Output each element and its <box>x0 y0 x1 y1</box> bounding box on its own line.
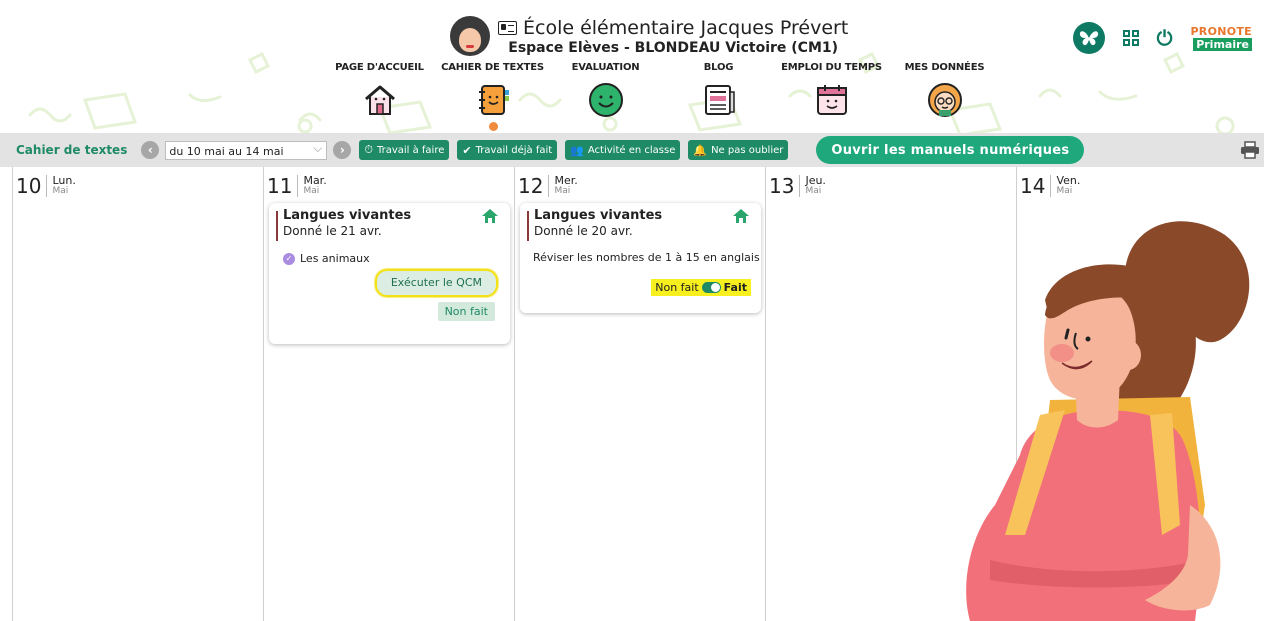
nav-label: CAHIER DE TEXTES <box>441 62 544 73</box>
filter-activite-en-classe[interactable]: 👥 Activité en classe <box>565 140 681 160</box>
previous-week-button[interactable]: ‹ <box>141 141 160 159</box>
day-name: Ven. <box>1056 174 1081 187</box>
nav-item-evaluation[interactable]: EVALUATION <box>549 62 662 122</box>
done-toggle[interactable]: Non fait Fait <box>651 279 751 296</box>
brand-top: PRONOTE <box>1190 24 1252 38</box>
day-number: 11 <box>267 175 299 197</box>
house-icon <box>364 85 395 115</box>
nav-item-accueil[interactable]: PAGE D'ACCUEIL <box>323 62 436 122</box>
pronote-logo: PRONOTE Primaire <box>1190 26 1252 51</box>
header-actions: ⏻ PRONOTE Primaire <box>1072 22 1252 54</box>
nav-label: PAGE D'ACCUEIL <box>335 62 424 73</box>
nav-item-emploi[interactable]: EMPLOI DU TEMPS <box>775 62 888 122</box>
quiz-icon: ✓ <box>283 252 295 265</box>
day-header: 10 Lun. Mai <box>16 175 76 197</box>
newspaper-icon <box>704 85 735 115</box>
day-column-monday: 10 Lun. Mai <box>12 167 264 621</box>
check-icon: ✔ <box>462 143 472 157</box>
toggle-off-label: Non fait <box>655 281 699 294</box>
homework-card[interactable]: Langues vivantes Donné le 21 avr. ✓ Les … <box>269 203 510 344</box>
power-icon[interactable]: ⏻ <box>1157 28 1173 48</box>
toolbar-title: Cahier de textes <box>16 143 128 157</box>
butterfly-icon[interactable] <box>1072 22 1105 54</box>
active-nav-indicator <box>488 122 498 131</box>
card-given-date: Donné le 21 avr. <box>283 224 382 238</box>
toggle-on-label: Fait <box>723 281 747 294</box>
filter-label: Activité en classe <box>587 144 676 156</box>
day-month: Mai <box>52 186 69 196</box>
day-header: 11 Mar. Mai <box>267 175 327 197</box>
day-month: Mai <box>1056 186 1073 196</box>
clock-icon: ⏱ <box>364 143 373 156</box>
nav-label: BLOG <box>703 62 734 73</box>
day-header: 12 Mer. Mai <box>518 175 578 197</box>
bell-icon: 🔔 <box>693 143 708 157</box>
main-nav: PAGE D'ACCUEIL CAHIER DE TEXTES EVALUATI… <box>323 62 1001 131</box>
next-week-button[interactable]: › <box>333 141 352 159</box>
student-avatar[interactable] <box>450 16 490 56</box>
execute-qcm-button[interactable]: Exécuter le QCM <box>374 269 498 297</box>
card-given-date: Donné le 20 avr. <box>534 224 633 238</box>
nav-label: MES DONNÉES <box>904 62 985 73</box>
nav-item-donnees[interactable]: MES DONNÉES <box>888 62 1001 122</box>
id-card-icon <box>498 20 517 35</box>
notebook-icon <box>478 85 509 115</box>
day-header: 13 Jeu. Mai <box>769 175 826 197</box>
day-name: Mer. <box>554 174 578 187</box>
filter-label: Ne pas oublier <box>711 144 784 156</box>
nav-label: EVALUATION <box>571 62 640 73</box>
topic-label: Les animaux <box>300 252 370 265</box>
day-month: Mai <box>303 186 320 196</box>
card-subject: Langues vivantes <box>283 208 412 223</box>
filter-label: Travail déjà fait <box>475 144 553 156</box>
subject-color-bar <box>527 211 529 241</box>
brand-bottom: Primaire <box>1193 37 1252 51</box>
day-number: 10 <box>16 175 48 197</box>
nav-item-cahier[interactable]: CAHIER DE TEXTES <box>436 62 549 131</box>
day-number: 12 <box>518 175 550 197</box>
school-identity: École élémentaire Jacques Prévert Espace… <box>450 14 848 58</box>
day-name: Mar. <box>303 174 327 187</box>
day-column-tuesday: 11 Mar. Mai Langues vivantes Donné le 21 … <box>263 167 515 621</box>
day-number: 14 <box>1020 175 1052 197</box>
day-month: Mai <box>554 186 571 196</box>
filter-travail-deja-fait[interactable]: ✔ Travail déjà fait <box>457 140 558 160</box>
filter-ne-pas-oublier[interactable]: 🔔 Ne pas oublier <box>688 140 789 160</box>
home-work-icon <box>733 209 749 223</box>
toggle-switch[interactable] <box>701 282 721 293</box>
student-name: Espace Elèves - BLONDEAU Victoire (CM1) <box>508 39 839 56</box>
filter-label: Travail à faire <box>376 144 445 156</box>
open-manuals-button[interactable]: Ouvrir les manuels numériques <box>816 136 1085 164</box>
homework-card[interactable]: Langues vivantes Donné le 20 avr. Révise… <box>520 203 761 313</box>
date-range-select[interactable]: du 10 mai au 14 mai <box>165 139 328 160</box>
day-number: 13 <box>769 175 801 197</box>
status-badge: Non fait <box>437 302 495 321</box>
smiley-icon <box>588 83 623 117</box>
calendar-icon <box>816 85 847 115</box>
home-work-icon <box>482 209 498 223</box>
card-subject: Langues vivantes <box>534 208 663 223</box>
student-icon <box>927 83 962 117</box>
printer-icon[interactable] <box>1240 141 1260 159</box>
card-topic: ✓ Les animaux <box>283 252 370 265</box>
nav-item-blog[interactable]: BLOG <box>662 62 775 122</box>
date-range-value: du 10 mai au 14 mai <box>169 144 284 158</box>
filter-travail-a-faire[interactable]: ⏱ Travail à faire <box>359 140 450 160</box>
student-illustration <box>966 221 1250 621</box>
day-column-wednesday: 12 Mer. Mai Langues vivantes Donné le 20 … <box>514 167 766 621</box>
people-icon: 👥 <box>570 143 584 157</box>
school-name: École élémentaire Jacques Prévert <box>523 16 849 39</box>
card-instruction: Réviser les nombres de 1 à 15 en anglais <box>533 251 760 264</box>
qr-code-icon[interactable] <box>1122 30 1139 46</box>
day-name: Lun. <box>52 174 76 187</box>
day-header: 14 Ven. Mai <box>1020 175 1080 197</box>
subject-color-bar <box>276 211 278 241</box>
day-month: Mai <box>805 186 822 196</box>
nav-label: EMPLOI DU TEMPS <box>781 62 882 73</box>
day-name: Jeu. <box>805 174 826 187</box>
app-header: École élémentaire Jacques Prévert Espace… <box>0 0 1264 133</box>
cahier-toolbar: Cahier de textes ‹ du 10 mai au 14 mai ›… <box>0 133 1264 167</box>
school-name-row: École élémentaire Jacques Prévert <box>498 17 848 39</box>
